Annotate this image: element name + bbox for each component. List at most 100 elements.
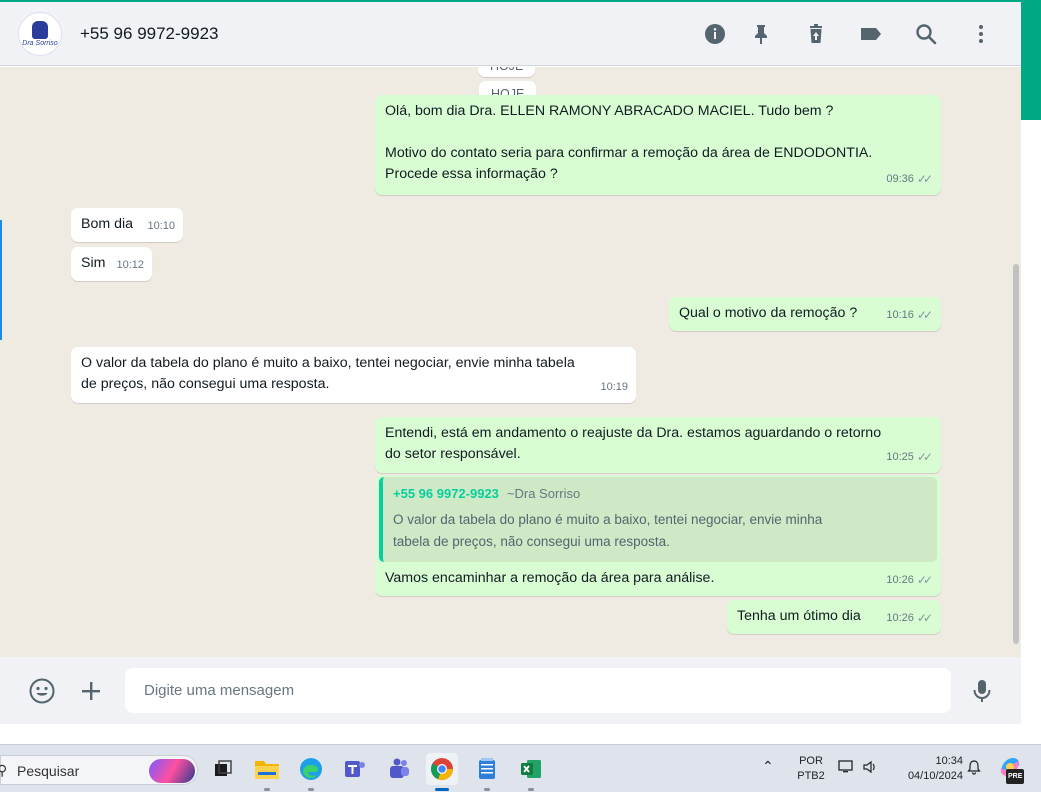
info-icon[interactable] — [703, 22, 727, 46]
emoji-icon[interactable] — [28, 677, 56, 705]
read-ticks-icon: ✓✓ — [916, 308, 933, 322]
app-running-indicator — [308, 788, 314, 791]
keyboard-label: PTB2 — [797, 770, 825, 782]
contact-name[interactable]: +55 96 9972-9923 — [80, 24, 219, 44]
message-text: Sim — [81, 255, 106, 271]
network-icon[interactable] — [838, 759, 856, 780]
read-ticks-icon: ✓✓ — [916, 573, 933, 587]
delete-icon[interactable] — [804, 22, 828, 46]
message-bubble-outgoing[interactable]: Entendi, está em andamento o reajuste da… — [375, 417, 941, 473]
app-running-indicator — [528, 788, 534, 791]
app-active-indicator — [435, 788, 449, 791]
window-edge — [1021, 120, 1041, 744]
excel-icon[interactable] — [515, 753, 547, 791]
notepad-icon[interactable] — [471, 753, 503, 791]
message-line: Entendi, está em andamento o reajuste da… — [385, 425, 882, 441]
chat-scrollbar[interactable] — [1013, 264, 1019, 644]
quoted-sender: +55 96 9972-9923 — [393, 486, 499, 501]
copilot-badge: PRE — [1006, 769, 1025, 784]
message-bubble-outgoing[interactable]: Tenha um ótimo dia 10:26 ✓✓ — [727, 600, 941, 634]
taskbar-search[interactable]: ⚲ Pesquisar — [0, 755, 198, 785]
windows-taskbar: ⚲ Pesquisar ⌃ POR PTB2 10:34 04/10/2024 … — [0, 744, 1041, 792]
attach-plus-icon[interactable] — [77, 677, 105, 705]
message-meta: 10:12 — [116, 255, 144, 276]
app-running-indicator — [264, 788, 270, 791]
compose-bar — [0, 657, 1021, 724]
task-view-icon[interactable] — [207, 753, 239, 785]
message-meta: 10:19 — [600, 377, 628, 398]
message-time: 10:26 — [886, 574, 914, 586]
message-time: 10:25 — [886, 451, 914, 463]
volume-icon[interactable] — [862, 759, 880, 780]
message-meta: 10:25 ✓✓ — [886, 447, 933, 468]
message-input[interactable] — [125, 668, 951, 713]
message-time: 10:19 — [600, 381, 628, 393]
message-line: Olá, bom dia Dra. ELLEN RAMONY ABRACADO … — [385, 103, 834, 119]
message-bubble-outgoing-reply[interactable]: +55 96 9972-9923 ~Dra Sorriso O valor da … — [375, 475, 941, 596]
app-running-indicator — [484, 788, 490, 791]
language-label: POR — [799, 755, 823, 767]
search-icon[interactable] — [914, 22, 938, 46]
tray-overflow-chevron-icon[interactable]: ⌃ — [762, 759, 774, 774]
read-ticks-icon: ✓✓ — [916, 611, 933, 625]
message-bubble-incoming[interactable]: O valor da tabela do plano é muito a bai… — [71, 347, 636, 403]
window-edge-accent — [1021, 0, 1041, 120]
avatar-brand: Dra Sorriso — [22, 40, 58, 47]
read-ticks-icon: ✓✓ — [916, 172, 933, 186]
quoted-line: tabela de preços, não consegui uma respo… — [393, 534, 670, 549]
message-bubble-incoming[interactable]: Bom dia 10:10 — [71, 208, 183, 242]
search-highlight-image — [149, 759, 195, 783]
message-meta: 10:16 ✓✓ — [886, 305, 933, 326]
message-line-blank — [385, 122, 931, 143]
message-meta: 10:10 — [147, 216, 175, 237]
chat-area[interactable]: HOJE HOJE Olá, bom dia Dra. ELLEN RAMONY… — [0, 67, 1021, 657]
message-time: 10:26 — [886, 612, 914, 624]
edge-icon[interactable] — [295, 753, 327, 791]
quoted-message[interactable]: +55 96 9972-9923 ~Dra Sorriso O valor da … — [379, 477, 937, 562]
message-text: Qual o motivo da remoção ? — [679, 305, 858, 321]
clock[interactable]: 10:34 04/10/2024 — [893, 754, 963, 784]
search-icon: ⚲ — [0, 762, 8, 778]
message-meta: 10:26 ✓✓ — [886, 608, 933, 629]
message-time: 09:36 — [886, 173, 914, 185]
chat-header: Dra Sorriso +55 96 9972-9923 — [0, 0, 1021, 66]
message-meta: 09:36 ✓✓ — [886, 169, 933, 190]
copilot-icon[interactable]: PRE — [996, 755, 1025, 784]
message-text: Tenha um ótimo dia — [737, 608, 861, 624]
notification-bell-icon[interactable] — [966, 759, 982, 780]
message-bubble-outgoing[interactable]: Olá, bom dia Dra. ELLEN RAMONY ABRACADO … — [375, 95, 941, 195]
quoted-alias: ~Dra Sorriso — [506, 486, 581, 501]
message-text: Vamos encaminhar a remoção da área para … — [385, 570, 715, 586]
quoted-line: O valor da tabela do plano é muito a bai… — [393, 512, 823, 527]
message-text: Bom dia — [81, 216, 134, 232]
pin-icon[interactable] — [749, 22, 773, 46]
chrome-icon[interactable] — [426, 753, 458, 791]
message-bubble-incoming[interactable]: Sim 10:12 — [71, 247, 152, 281]
message-time: 10:12 — [116, 259, 144, 271]
teams-icon[interactable] — [383, 753, 415, 785]
message-time: 10:10 — [147, 220, 175, 232]
tooth-logo-icon — [32, 21, 48, 39]
label-icon[interactable] — [859, 22, 883, 46]
input-language[interactable]: POR PTB2 — [793, 754, 829, 784]
quoted-text: O valor da tabela do plano é muito a bai… — [393, 509, 927, 553]
message-line: Motivo do contato seria para confirmar a… — [385, 145, 873, 161]
message-line: O valor da tabela do plano é muito a bai… — [81, 355, 575, 371]
file-explorer-icon[interactable] — [251, 753, 283, 791]
message-time: 10:16 — [886, 309, 914, 321]
message-bubble-outgoing[interactable]: Qual o motivo da remoção ? 10:16 ✓✓ — [669, 297, 941, 331]
message-line: de preços, não consegui uma resposta. — [81, 376, 330, 392]
microphone-icon[interactable] — [968, 677, 996, 705]
contact-avatar[interactable]: Dra Sorriso — [18, 12, 62, 56]
message-line: Procede essa informação ? — [385, 166, 558, 182]
clock-date: 04/10/2024 — [907, 770, 963, 782]
more-icon[interactable] — [969, 22, 993, 46]
window-left-accent — [0, 220, 2, 340]
read-ticks-icon: ✓✓ — [916, 450, 933, 464]
date-pill-top: HOJE — [478, 67, 536, 77]
message-line: do setor responsável. — [385, 446, 521, 462]
taskbar-search-label: Pesquisar — [17, 763, 80, 779]
teams-classic-icon[interactable] — [339, 753, 371, 785]
clock-time: 10:34 — [935, 755, 963, 767]
message-meta: 10:26 ✓✓ — [886, 570, 933, 591]
